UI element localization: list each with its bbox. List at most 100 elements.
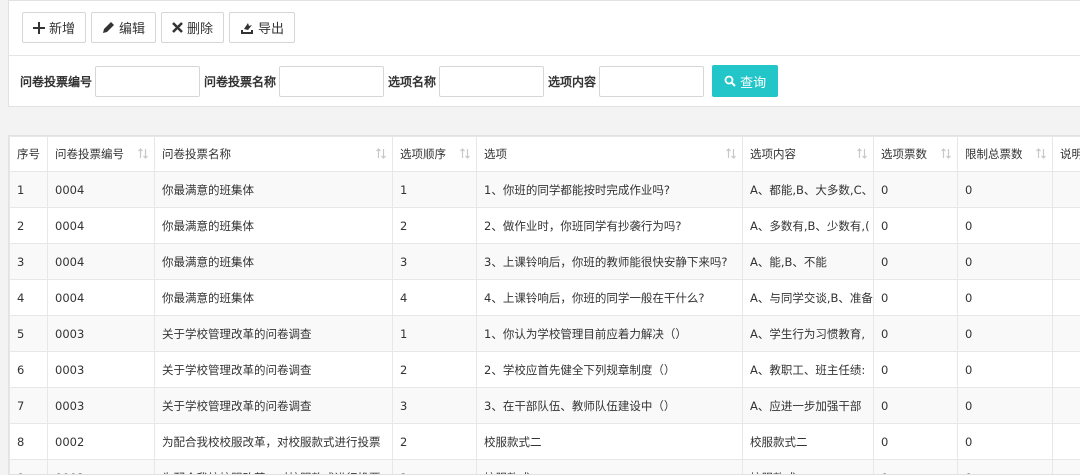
table-cell: 0 <box>958 208 1053 244</box>
table-cell: 0003 <box>48 352 155 388</box>
survey-name-input[interactable] <box>279 66 384 97</box>
option-name-label: 选项名称 <box>388 73 436 90</box>
column-header-7[interactable]: 限制总票数 <box>958 137 1053 172</box>
table-row[interactable]: 80002为配合我校校服改革，对校服款式进行投票2校服款式二校服款式二00 <box>10 424 1080 460</box>
delete-button-label: 删除 <box>187 18 213 37</box>
table-cell: 3、上课铃响后，你班的教师能很快安静下来吗? <box>477 244 743 280</box>
table-body: 10004你最满意的班集体11、你班的同学都能按时完成作业吗?A、都能,B、大多… <box>10 172 1080 475</box>
table-cell: A、应进一步加强干部 <box>743 388 874 424</box>
query-button[interactable]: 查询 <box>712 65 778 97</box>
option-name-input[interactable] <box>439 66 544 97</box>
table-cell: 2、学校应首先健全下列规章制度（） <box>477 352 743 388</box>
table-cell: 4 <box>393 280 477 316</box>
table-cell: 0004 <box>48 280 155 316</box>
table-cell: 你最满意的班集体 <box>155 244 393 280</box>
table-row[interactable]: 90002为配合我校校服改革，对校服款式进行投票1校服款式一校服款式一00 <box>10 460 1080 475</box>
column-header-label: 选项顺序 <box>400 147 446 161</box>
table-cell: 3、在干部队伍、教师队伍建设中（） <box>477 388 743 424</box>
table-cell: 关于学校管理改革的问卷调查 <box>155 388 393 424</box>
table-row[interactable]: 30004你最满意的班集体33、上课铃响后，你班的教师能很快安静下来吗?A、能,… <box>10 244 1080 280</box>
survey-name-label: 问卷投票名称 <box>204 73 276 90</box>
table-cell: 0 <box>874 460 958 475</box>
sort-icon <box>138 148 148 159</box>
table-cell: 0 <box>958 244 1053 280</box>
table-cell: 0 <box>874 316 958 352</box>
add-button[interactable]: 新增 <box>22 12 86 43</box>
column-header-6[interactable]: 选项票数 <box>874 137 958 172</box>
table-cell: A、都能,B、大多数,C、 <box>743 172 874 208</box>
table-cell <box>1053 208 1080 244</box>
table-cell: 2 <box>393 424 477 460</box>
table-cell: 0 <box>958 424 1053 460</box>
table-cell: 3 <box>393 388 477 424</box>
table-header-row: 序号 问卷投票编号 问卷投票名称 选项顺序 选项选项内容 选项票数限制总票数 说明 <box>10 137 1080 172</box>
data-table-container: 序号问卷投票编号问卷投票名称选项顺序选项选项内容选项票数限制总票数说明 1000… <box>8 135 1080 475</box>
table-cell: 0 <box>874 208 958 244</box>
table-cell <box>1053 424 1080 460</box>
sort-icon <box>857 148 867 159</box>
table-cell: 0 <box>874 280 958 316</box>
export-button[interactable]: 导出 <box>229 12 295 43</box>
toolbar: 新增 编辑 删除 导出 <box>22 12 295 45</box>
table-cell <box>1053 352 1080 388</box>
column-header-label: 限制总票数 <box>965 147 1023 161</box>
column-header-label: 问卷投票名称 <box>162 147 231 161</box>
table-cell: 3 <box>393 244 477 280</box>
column-header-label: 序号 <box>17 147 40 161</box>
table-cell: 0003 <box>48 316 155 352</box>
table-row[interactable]: 20004你最满意的班集体22、做作业时，你班同学有抄袭行为吗?A、多数有,B、… <box>10 208 1080 244</box>
query-button-label: 查询 <box>740 72 766 91</box>
table-cell: 0004 <box>48 172 155 208</box>
delete-button[interactable]: 删除 <box>161 12 224 43</box>
table-cell: 4 <box>10 280 48 316</box>
table-cell: 1、你班的同学都能按时完成作业吗? <box>477 172 743 208</box>
search-form: 问卷投票编号 问卷投票名称 选项名称 选项内容 查询 <box>20 65 778 97</box>
table-cell: 0 <box>874 352 958 388</box>
column-header-4[interactable]: 选项 <box>477 137 743 172</box>
table-cell: 1、你认为学校管理目前应着力解决（） <box>477 316 743 352</box>
column-header-label: 选项内容 <box>750 147 796 161</box>
table-cell: 4、上课铃响后，你班的同学一般在干什么? <box>477 280 743 316</box>
table-cell: 1 <box>10 172 48 208</box>
table-row[interactable]: 40004你最满意的班集体44、上课铃响后，你班的同学一般在干什么?A、与同学交… <box>10 280 1080 316</box>
option-content-input[interactable] <box>599 66 704 97</box>
export-icon <box>240 21 254 34</box>
column-header-8[interactable]: 说明 <box>1053 137 1080 172</box>
table-cell: 0 <box>958 388 1053 424</box>
column-header-1[interactable]: 问卷投票编号 <box>48 137 155 172</box>
table-cell: 校服款式一 <box>743 460 874 475</box>
table-cell <box>1053 460 1080 475</box>
table-cell <box>1053 388 1080 424</box>
table-cell: 7 <box>10 388 48 424</box>
column-header-3[interactable]: 选项顺序 <box>393 137 477 172</box>
table-cell: 0 <box>958 352 1053 388</box>
column-header-5[interactable]: 选项内容 <box>743 137 874 172</box>
table-cell <box>1053 172 1080 208</box>
table-cell: A、多数有,B、少数有,( <box>743 208 874 244</box>
sort-icon <box>1036 148 1046 159</box>
table-cell: 2 <box>10 208 48 244</box>
table-cell: A、与同学交谈,B、准备 <box>743 280 874 316</box>
edit-button-label: 编辑 <box>119 18 145 37</box>
sort-icon <box>376 148 386 159</box>
edit-button[interactable]: 编辑 <box>91 12 156 43</box>
table-cell: 0004 <box>48 244 155 280</box>
table-cell: 0 <box>874 424 958 460</box>
column-header-2[interactable]: 问卷投票名称 <box>155 137 393 172</box>
option-content-label: 选项内容 <box>548 73 596 90</box>
table-row[interactable]: 10004你最满意的班集体11、你班的同学都能按时完成作业吗?A、都能,B、大多… <box>10 172 1080 208</box>
table-row[interactable]: 70003关于学校管理改革的问卷调查33、在干部队伍、教师队伍建设中（）A、应进… <box>10 388 1080 424</box>
table-cell: A、学生行为习惯教育, <box>743 316 874 352</box>
table-cell: 2、做作业时，你班同学有抄袭行为吗? <box>477 208 743 244</box>
column-header-label: 问卷投票编号 <box>55 147 124 161</box>
survey-id-input[interactable] <box>95 66 200 97</box>
table-cell: 关于学校管理改革的问卷调查 <box>155 352 393 388</box>
table-cell: 1 <box>393 316 477 352</box>
table-row[interactable]: 60003关于学校管理改革的问卷调查22、学校应首先健全下列规章制度（）A、教职… <box>10 352 1080 388</box>
sort-icon <box>941 148 951 159</box>
table-row[interactable]: 50003关于学校管理改革的问卷调查11、你认为学校管理目前应着力解决（）A、学… <box>10 316 1080 352</box>
table-cell: 3 <box>10 244 48 280</box>
pencil-icon <box>102 21 115 34</box>
table-cell: 校服款式二 <box>743 424 874 460</box>
add-button-label: 新增 <box>49 18 75 37</box>
